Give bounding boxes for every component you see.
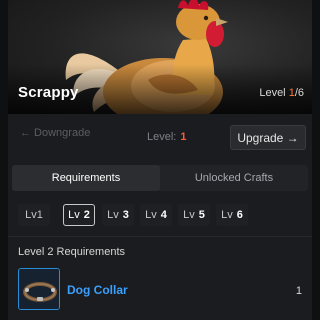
requirements-title: Level 2 Requirements (18, 246, 126, 258)
current-level-value: 1 (180, 131, 187, 143)
downgrade-button[interactable]: ← Downgrade (20, 127, 90, 139)
requirement-item[interactable]: Dog Collar 1 (18, 268, 306, 312)
level-chip-2[interactable]: Lv 2 (63, 204, 95, 226)
level-chip-6[interactable]: Lv 6 (216, 204, 248, 226)
level-chip-prefix: Lv (68, 209, 80, 221)
level-chip-prefix: Lv (145, 209, 157, 221)
level-chip-number: 1 (36, 209, 43, 221)
level-chip-4[interactable]: Lv 4 (140, 204, 172, 226)
level-chip-prefix: Lv (221, 209, 233, 221)
tab-bar: Requirements Unlocked Crafts (12, 165, 308, 191)
level-chip-5[interactable]: Lv 5 (178, 204, 210, 226)
current-level-label: Level: (147, 131, 177, 143)
level-chip-number: 2 (83, 209, 90, 221)
hero-banner: Scrappy Level 1/6 (8, 0, 312, 114)
level-chip-prefix: Lv (183, 209, 195, 221)
craft-panel: Scrappy Level 1/6 ← Downgrade Level: 1 Up… (8, 0, 312, 320)
level-chip-3[interactable]: Lv 3 (102, 204, 134, 226)
level-control-row: ← Downgrade Level: 1 Upgrade → (8, 122, 312, 152)
level-chip-number: 3 (122, 209, 129, 221)
pet-name: Scrappy (18, 84, 79, 101)
level-chip-number: 5 (198, 209, 205, 221)
requirement-name[interactable]: Dog Collar (67, 283, 128, 297)
level-chip-prefix: Lv (107, 209, 119, 221)
level-chip-number: 6 (236, 209, 243, 221)
section-divider (8, 236, 312, 237)
level-chip-number: 4 (160, 209, 167, 221)
level-indicator-prefix: Level (259, 87, 289, 99)
dog-collar-icon (18, 268, 60, 310)
tab-unlocked-crafts[interactable]: Unlocked Crafts (160, 165, 308, 191)
level-indicator: Level 1/6 (259, 87, 304, 99)
level-indicator-max: /6 (294, 87, 304, 99)
current-level: Level: 1 (147, 131, 186, 143)
upgrade-button[interactable]: Upgrade → (230, 125, 306, 150)
tab-requirements[interactable]: Requirements (12, 165, 160, 191)
level-chip-1[interactable]: Lv1 (18, 204, 50, 226)
requirement-quantity: 1 (295, 285, 302, 297)
level-chip-prefix: Lv (25, 209, 37, 221)
